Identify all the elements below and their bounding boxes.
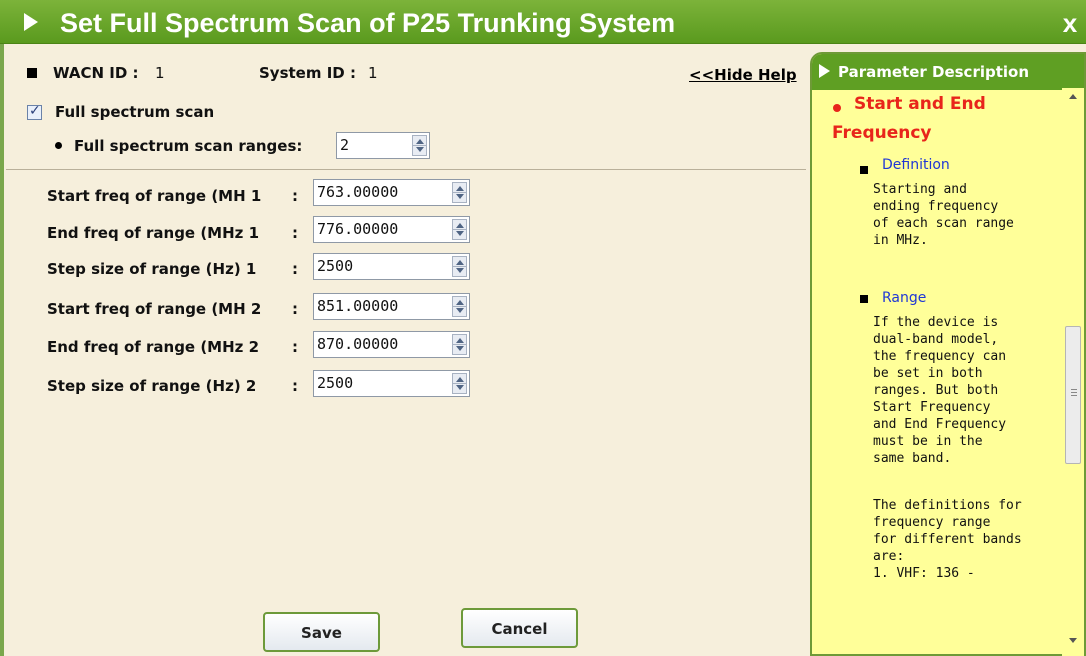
square-bullet-icon [27, 68, 37, 78]
definition-line: ending frequency [873, 199, 999, 214]
range-row-colon: : [292, 224, 298, 242]
system-id-label: System ID : [259, 64, 356, 82]
spinner-arrows-icon[interactable] [452, 296, 467, 317]
range-row-colon: : [292, 300, 298, 318]
dialog-title: Set Full Spectrum Scan of P25 Trunking S… [60, 8, 676, 38]
range-row-colon: : [292, 377, 298, 395]
help-header: Parameter Description [812, 54, 1084, 90]
full-spectrum-label: Full spectrum scan [55, 103, 215, 121]
cancel-button[interactable]: Cancel [461, 608, 578, 648]
square-bullet-icon [860, 166, 868, 174]
scan-ranges-value: 2 [340, 136, 350, 154]
scroll-up-icon[interactable] [1069, 94, 1077, 99]
spinner-arrows-icon[interactable] [452, 182, 467, 203]
dialog: Set Full Spectrum Scan of P25 Trunking S… [0, 0, 1086, 656]
range-line: the frequency can [873, 349, 1007, 364]
range-line: dual-band model, [873, 332, 999, 347]
scroll-down-icon[interactable] [1069, 638, 1077, 643]
range-line: ranges. But both [873, 383, 999, 398]
divider [6, 169, 806, 170]
end-freq-1-input[interactable]: 776.00000 [313, 216, 470, 243]
range-line: Start Frequency [873, 400, 991, 415]
range-line: frequency range [873, 515, 991, 530]
start-freq-2-value: 851.00000 [317, 297, 399, 315]
help-panel: Parameter Description Start and End Freq… [810, 52, 1086, 656]
definition-line: of each scan range [873, 216, 1014, 231]
spinner-arrows-icon[interactable] [452, 256, 467, 277]
range-title: Range [882, 290, 927, 306]
spinner-arrows-icon[interactable] [452, 334, 467, 355]
help-heading-line2: Frequency [832, 123, 932, 143]
start-freq-1-input[interactable]: 763.00000 [313, 179, 470, 206]
bullet-dot-icon [55, 142, 62, 149]
play-triangle-icon [24, 13, 38, 31]
range-row-label: End freq of range (MHz 1 [47, 224, 260, 242]
range-line: be set in both [873, 366, 983, 381]
range-row-colon: : [292, 338, 298, 356]
step-size-2-input[interactable]: 2500 [313, 370, 470, 397]
range-line: If the device is [873, 315, 999, 330]
range-row-label: Start freq of range (MH 1 [47, 187, 262, 205]
help-title: Parameter Description [838, 63, 1030, 81]
range-line: must be in the [873, 434, 983, 449]
step-size-2-value: 2500 [317, 374, 354, 392]
definition-title: Definition [882, 157, 950, 173]
help-heading-line1: Start and End [854, 94, 986, 114]
definition-line: in MHz. [873, 233, 928, 248]
end-freq-2-value: 870.00000 [317, 335, 399, 353]
scroll-thumb[interactable] [1065, 326, 1081, 464]
start-freq-1-value: 763.00000 [317, 183, 399, 201]
scan-ranges-label: Full spectrum scan ranges: [74, 137, 303, 155]
range-line: and End Frequency [873, 417, 1007, 432]
range-line: 1. VHF: 136 - [873, 566, 975, 581]
range-line: for different bands [873, 532, 1022, 547]
full-spectrum-checkbox[interactable] [27, 103, 42, 120]
save-button[interactable]: Save [263, 612, 380, 652]
range-row-label: Step size of range (Hz) 2 [47, 377, 257, 395]
title-bar: Set Full Spectrum Scan of P25 Trunking S… [0, 0, 1086, 44]
wacn-label: WACN ID : [53, 64, 139, 82]
wacn-value: 1 [155, 64, 165, 82]
hide-help-link[interactable]: <<Hide Help [689, 66, 797, 84]
save-button-label: Save [301, 624, 342, 642]
help-scrollbar[interactable] [1062, 88, 1084, 656]
spinner-arrows-icon[interactable] [452, 373, 467, 394]
step-size-1-input[interactable]: 2500 [313, 253, 470, 280]
spinner-arrows-icon[interactable] [412, 135, 427, 156]
end-freq-1-value: 776.00000 [317, 220, 399, 238]
red-bullet-icon [833, 104, 841, 112]
close-icon[interactable]: x [1058, 9, 1082, 37]
spinner-arrows-icon[interactable] [452, 219, 467, 240]
range-row-colon: : [292, 260, 298, 278]
step-size-1-value: 2500 [317, 257, 354, 275]
range-row-colon: : [292, 187, 298, 205]
range-line: same band. [873, 451, 952, 466]
range-row-label: Step size of range (Hz) 1 [47, 260, 257, 278]
range-row-label: Start freq of range (MH 2 [47, 300, 262, 318]
system-id-value: 1 [368, 64, 378, 82]
cancel-button-label: Cancel [491, 620, 548, 638]
range-line: The definitions for [873, 498, 1022, 513]
square-bullet-icon [860, 295, 868, 303]
range-row-label: End freq of range (MHz 2 [47, 338, 260, 356]
range-line: are: [873, 549, 905, 564]
end-freq-2-input[interactable]: 870.00000 [313, 331, 470, 358]
start-freq-2-input[interactable]: 851.00000 [313, 293, 470, 320]
definition-line: Starting and [873, 182, 967, 197]
left-border [0, 44, 4, 656]
scan-ranges-stepper[interactable]: 2 [336, 132, 430, 159]
play-triangle-icon [819, 64, 830, 78]
